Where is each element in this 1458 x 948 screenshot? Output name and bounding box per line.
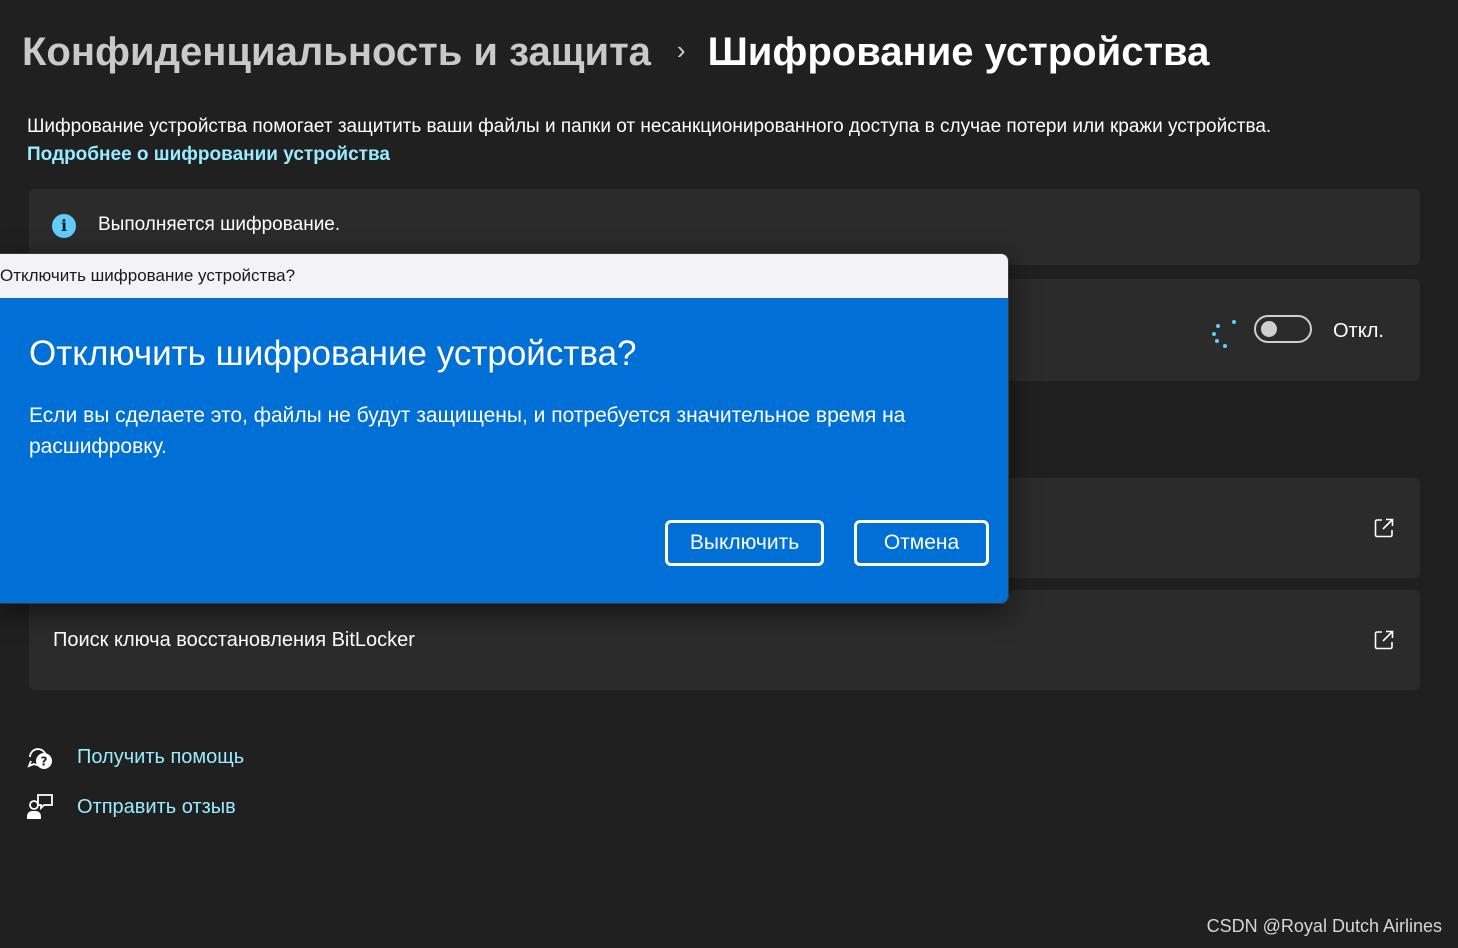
breadcrumb-separator-icon: › bbox=[676, 35, 686, 65]
watermark: CSDN @Royal Dutch Airlines bbox=[1206, 916, 1442, 936]
send-feedback-row[interactable]: Отправить отзыв bbox=[26, 793, 236, 821]
status-text: Выполняется шифрование. bbox=[98, 214, 341, 235]
get-help-row[interactable]: ? Получить помощь bbox=[26, 743, 244, 771]
settings-page: Конфиденциальность и защита › Шифрование… bbox=[0, 0, 1458, 948]
toggle-knob bbox=[1261, 321, 1277, 337]
info-icon: i bbox=[52, 214, 76, 238]
get-help-link[interactable]: Получить помощь bbox=[77, 746, 244, 769]
turn-off-button[interactable]: Выключить bbox=[665, 520, 824, 566]
feedback-icon bbox=[27, 794, 53, 819]
dialog-heading: Отключить шифрование устройства? bbox=[29, 334, 637, 373]
breadcrumb-parent[interactable]: Конфиденциальность и защита bbox=[22, 30, 651, 75]
page-description: Шифрование устройства помогает защитить … bbox=[27, 116, 1272, 137]
toggle-state-label: Откл. bbox=[1333, 320, 1384, 342]
learn-more-link[interactable]: Подробнее о шифровании устройства bbox=[27, 144, 390, 166]
svg-text:?: ? bbox=[41, 755, 48, 769]
find-recovery-key-label: Поиск ключа восстановления BitLocker bbox=[53, 629, 415, 651]
dialog-body: Отключить шифрование устройства? Если вы… bbox=[0, 298, 1008, 603]
external-link-icon bbox=[1374, 518, 1394, 538]
page-title: Шифрование устройства bbox=[707, 30, 1210, 74]
encryption-toggle[interactable] bbox=[1254, 315, 1312, 343]
get-help-icon: ? bbox=[27, 748, 52, 769]
dialog-title-bar[interactable]: Отключить шифрование устройства? bbox=[0, 254, 1008, 298]
external-link-icon bbox=[1374, 630, 1394, 650]
progress-spinner-icon bbox=[1208, 316, 1242, 350]
breadcrumb: Конфиденциальность и защита › Шифрование… bbox=[22, 30, 1209, 75]
turn-off-encryption-dialog: Отключить шифрование устройства? Отключи… bbox=[0, 253, 1009, 604]
send-feedback-link[interactable]: Отправить отзыв bbox=[77, 796, 236, 819]
dialog-message: Если вы сделаете это, файлы не будут защ… bbox=[29, 404, 906, 458]
cancel-button[interactable]: Отмена bbox=[854, 520, 989, 566]
